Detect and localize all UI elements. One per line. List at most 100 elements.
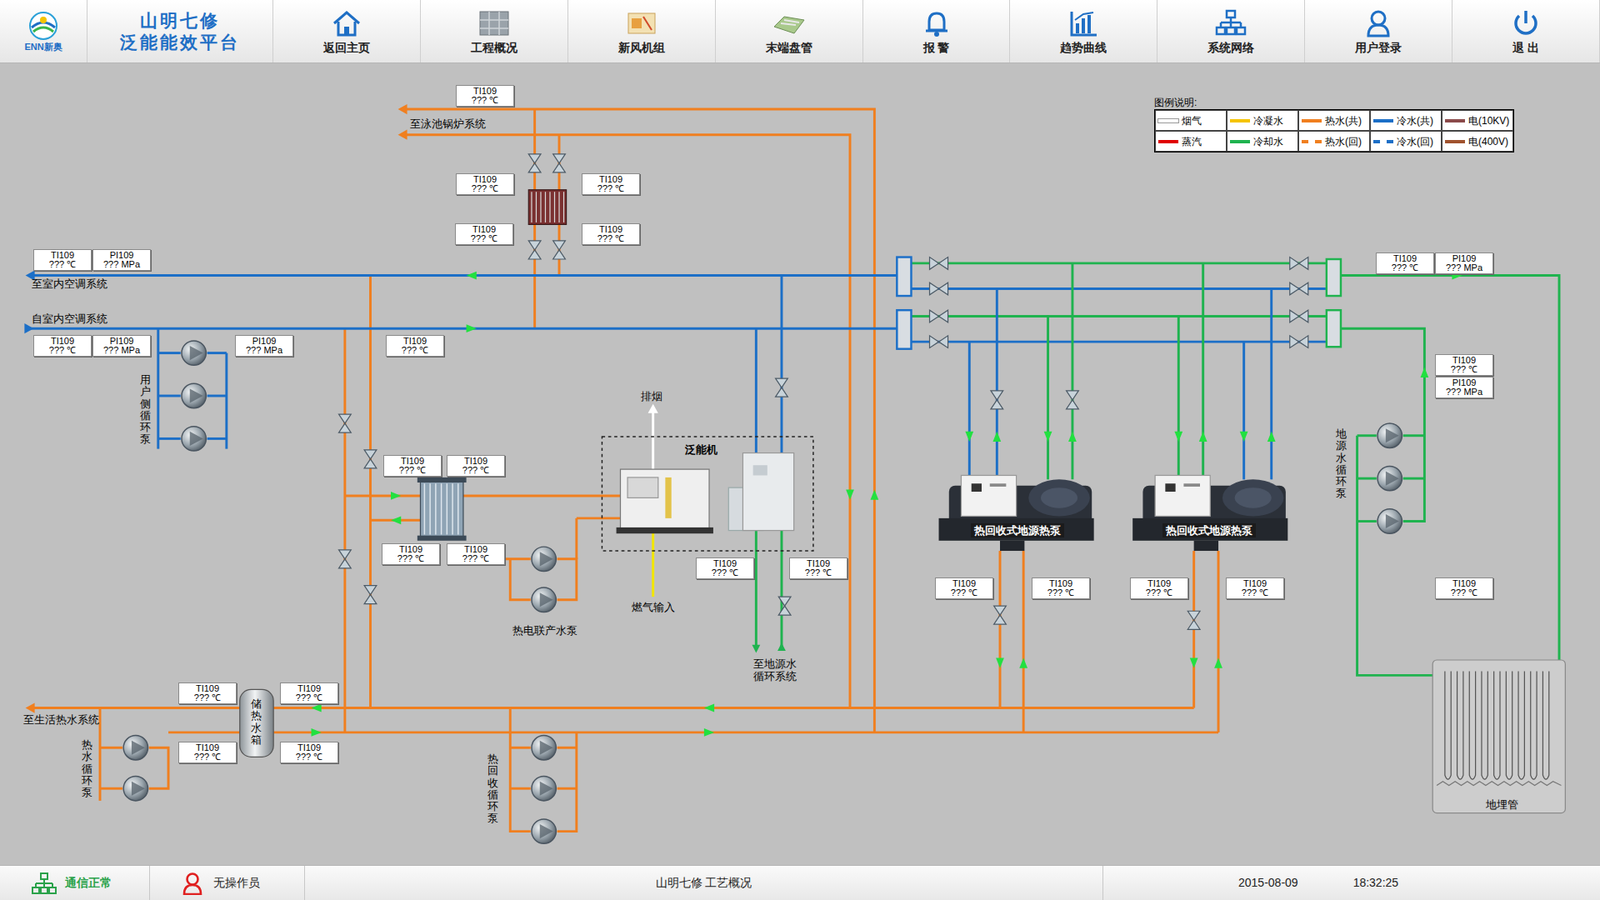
nav-label[interactable]: 工程概况 (470, 40, 518, 55)
nav-label[interactable]: 报 警 (923, 40, 950, 55)
diagram-label: 排烟 (640, 390, 663, 404)
sensor-value: ??? ℃ (179, 693, 236, 703)
sensor-value: ??? ℃ (280, 752, 338, 762)
power-icon (1509, 8, 1543, 39)
legend-swatch (1301, 140, 1322, 144)
nav-item[interactable]: 工程概况 (420, 0, 569, 63)
sensor-value: ??? ℃ (582, 234, 640, 244)
nav-item[interactable]: 返回主页 (273, 0, 421, 63)
legend-label: 冷却水 (1253, 135, 1284, 148)
sensor-value: ??? ℃ (456, 184, 514, 194)
sensor-tag: PI109 (93, 336, 150, 346)
sensor-tag: TI109 (34, 250, 91, 260)
legend-title: 图例说明: (1154, 96, 1515, 109)
legend-swatch (1301, 119, 1322, 123)
diagram-label: 燃气输入 (631, 600, 675, 615)
operator-text: 无操作员 (213, 874, 260, 892)
sensor-tag: TI109 (1435, 579, 1493, 589)
sensor-value: ??? ℃ (179, 752, 236, 762)
nav-label[interactable]: 系统网络 (1207, 40, 1255, 55)
sensor-box: TI109??? ℃ (1225, 577, 1285, 600)
comm-status: 通信正常 (0, 865, 150, 900)
sensor-value: ??? ℃ (384, 465, 441, 475)
title-line: 山明七修 (140, 10, 220, 32)
nav-item[interactable]: 报 警 (863, 0, 1011, 63)
fresh-air-unit-icon (625, 8, 659, 39)
sensor-box: PI109??? MPa (235, 335, 294, 357)
diagram-label: 自室内空调系统 (31, 312, 108, 326)
sensor-value: ??? ℃ (280, 693, 338, 703)
nav-label[interactable]: 退 出 (1512, 40, 1540, 55)
legend-label: 热水(共) (1325, 115, 1362, 127)
vertical-label: 用户侧循环泵 (140, 374, 151, 446)
nav-label[interactable]: 末端盘管 (765, 40, 813, 55)
nav-label[interactable]: 用户登录 (1355, 40, 1402, 55)
sensor-tag: TI109 (280, 743, 338, 753)
nav-label[interactable]: 返回主页 (323, 40, 370, 55)
diagram-label: 热电联产水泵 (512, 624, 578, 638)
sensor-value: ??? MPa (1435, 387, 1493, 397)
diagram-label: 至泳池锅炉系统 (410, 117, 486, 131)
sensor-box: TI109??? ℃ (280, 741, 339, 764)
logo: ENN新奥 (0, 0, 88, 63)
sensor-tag: TI109 (1435, 355, 1493, 365)
legend-item: 冷水(回) (1370, 130, 1442, 152)
sensor-box: TI109??? ℃ (446, 543, 505, 565)
sensor-box: TI109??? ℃ (381, 543, 440, 565)
legend-label: 热水(回) (1325, 135, 1362, 148)
legend-label: 蒸汽 (1181, 135, 1202, 148)
trend-chart-icon (1066, 8, 1100, 39)
sensor-box: TI109??? ℃ (455, 173, 515, 195)
sensor-box: TI109??? ℃ (789, 557, 848, 580)
legend-swatch (1158, 140, 1179, 144)
nav-item[interactable]: 退 出 (1452, 0, 1600, 63)
sensor-box: PI109??? MPa (92, 249, 151, 271)
sensor-tag: TI109 (455, 225, 513, 235)
sensor-value: ??? ℃ (1130, 588, 1188, 598)
legend-item: 烟气 (1155, 110, 1227, 131)
sensor-tag: TI109 (384, 456, 441, 466)
diagram-label: 至地源水循环系统 (753, 657, 797, 683)
sensor-box: TI109??? ℃ (1031, 577, 1090, 600)
diagram-labels: TI109??? ℃TI109??? ℃TI109??? ℃TI109??? ℃… (0, 63, 1600, 865)
nav-item[interactable]: 趋势曲线 (1010, 0, 1158, 63)
network-status-icon (31, 871, 57, 895)
sensor-value: ??? ℃ (456, 95, 514, 105)
sensor-value: ??? MPa (93, 345, 150, 355)
legend-item: 冷凝水 (1226, 110, 1299, 131)
nav-item[interactable]: 系统网络 (1157, 0, 1305, 63)
sensor-value: ??? ℃ (455, 234, 513, 244)
enn-logo-icon (26, 10, 60, 41)
logo-text: ENN新奥 (24, 40, 62, 53)
comm-text: 通信正常 (65, 874, 112, 892)
nav-item[interactable]: 末端盘管 (715, 0, 864, 63)
sensor-value: ??? MPa (1435, 263, 1493, 273)
sensor-box: TI109??? ℃ (455, 85, 515, 107)
legend-swatch (1445, 119, 1465, 123)
time-text: 18:32:25 (1353, 874, 1400, 892)
nav-item[interactable]: 新风机组 (568, 0, 716, 63)
legend-swatch (1373, 140, 1394, 144)
nav-label[interactable]: 趋势曲线 (1060, 40, 1107, 55)
sensor-tag: PI109 (1435, 378, 1493, 388)
sensor-box: TI109??? ℃ (178, 682, 237, 705)
sensor-tag: TI109 (456, 86, 514, 96)
sensor-value: ??? MPa (235, 345, 293, 355)
legend-label: 冷水(回) (1396, 135, 1434, 148)
vertical-label: 地源水循环泵 (1335, 428, 1347, 500)
diagram-label: 至室内空调系统 (31, 277, 108, 291)
sensor-tag: TI109 (1130, 579, 1188, 589)
sensor-box: TI109??? ℃ (280, 682, 339, 705)
vertical-label: 热水循环泵 (81, 739, 93, 799)
equipment-label: 热回收式地源热泵 (1162, 523, 1256, 538)
legend-label: 烟气 (1181, 115, 1202, 127)
nav-item[interactable]: 用户登录 (1305, 0, 1453, 63)
nav-label[interactable]: 新风机组 (618, 40, 665, 55)
sensor-box: TI109??? ℃ (446, 455, 505, 477)
sensor-tag: TI109 (447, 456, 505, 466)
sensor-box: TI109??? ℃ (385, 335, 445, 357)
sensor-value: ??? ℃ (386, 345, 444, 355)
status-bar: 通信正常无操作员山明七修 工艺概况2015-08-0918:32:25 (0, 865, 1600, 900)
legend-item: 热水(回) (1298, 130, 1370, 152)
sensor-value: ??? ℃ (1032, 588, 1090, 598)
